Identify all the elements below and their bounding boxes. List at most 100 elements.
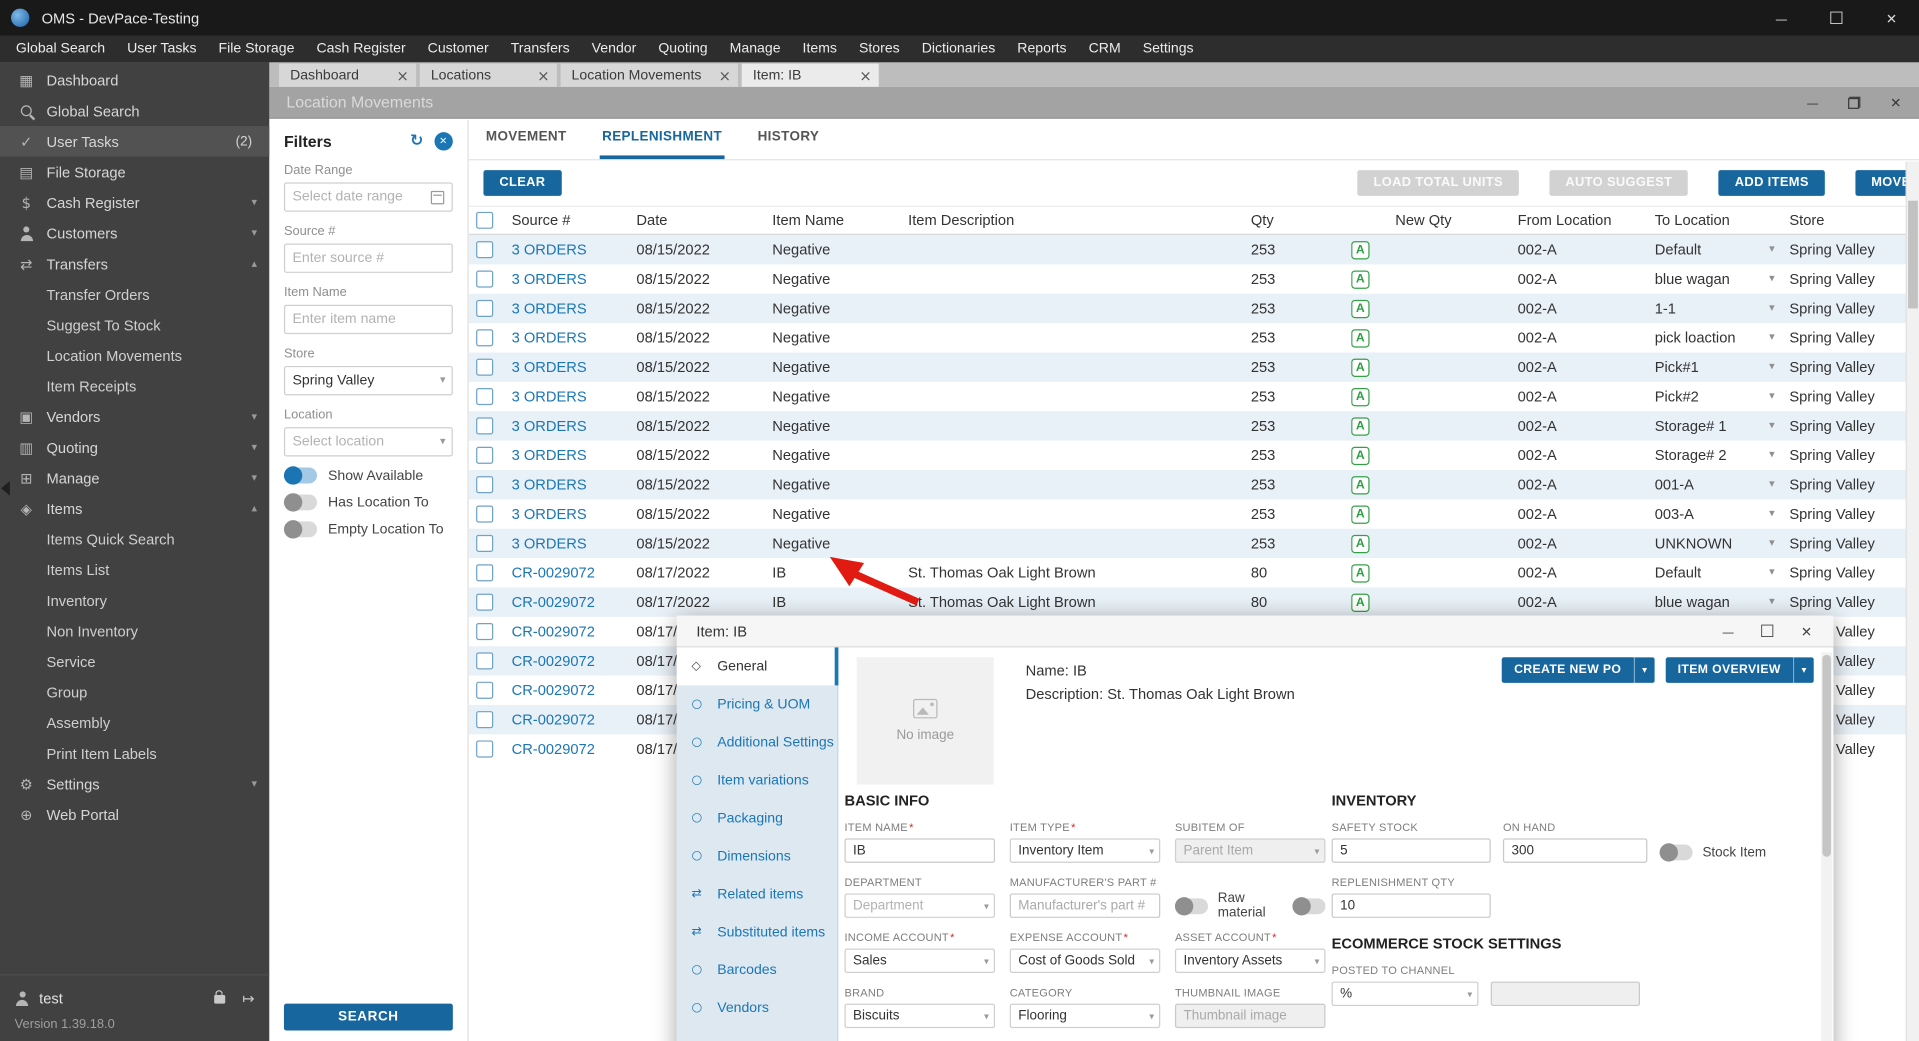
on-hand-input[interactable] [1502, 838, 1648, 863]
item-type-select[interactable]: Inventory Item [1009, 838, 1161, 863]
sidebar-item-items-list[interactable]: Items List [0, 554, 269, 585]
item-name-input[interactable] [292, 312, 445, 327]
modal-nav-dimensions[interactable]: ○ Dimensions [677, 837, 837, 875]
source-link[interactable]: 3 ORDERS [512, 388, 587, 405]
tab-dashboard[interactable]: Dashboard [279, 63, 417, 87]
modal-minimize-button[interactable] [1709, 616, 1748, 645]
menu-file-storage[interactable]: File Storage [208, 35, 306, 62]
sidebar-item-print-item-labels[interactable]: Print Item Labels [0, 738, 269, 769]
asset-account-select[interactable]: Inventory Assets [1174, 948, 1326, 974]
row-checkbox[interactable] [476, 622, 494, 641]
modal-nav-related-items[interactable]: ⇄ Related items [677, 875, 837, 913]
cell-to-location[interactable]: Pick#1 [1655, 352, 1790, 381]
source-link[interactable]: 3 ORDERS [512, 359, 587, 376]
source-link[interactable]: 3 ORDERS [512, 270, 587, 287]
menu-stores[interactable]: Stores [848, 35, 911, 62]
row-checkbox[interactable] [476, 534, 494, 552]
menu-manage[interactable]: Manage [719, 35, 792, 62]
modal-nav-vendors[interactable]: ○ Vendors [677, 989, 837, 1027]
tab-close-icon[interactable] [537, 67, 549, 84]
minimize-button[interactable] [1754, 0, 1809, 35]
department-select[interactable]: Department [844, 893, 996, 918]
posted-to-channel-select[interactable]: % [1331, 981, 1479, 1007]
tab-location-movements[interactable]: Location Movements [560, 63, 739, 87]
show-available-toggle[interactable] [283, 466, 317, 485]
sidebar-item-manage[interactable]: ⊞ Manage ▾ [0, 463, 269, 494]
date-range-input[interactable] [292, 189, 431, 205]
item-name-field[interactable] [283, 304, 453, 335]
tab-close-icon[interactable] [396, 67, 408, 84]
source-link[interactable]: CR-0029072 [512, 682, 595, 699]
table-row[interactable]: 3 ORDERS 08/15/2022 Negative 253 002-A Defaul… [468, 234, 1919, 265]
modal-scrollbar[interactable] [1821, 652, 1833, 1041]
cell-to-location[interactable]: 001-A [1655, 470, 1790, 499]
table-row[interactable]: CR-0029072 08/17/2022 IB St. Thomas Oak Lig… [468, 587, 1919, 617]
table-row[interactable]: 3 ORDERS 08/15/2022 Negative 253 002-A 1-1 Spr… [468, 293, 1919, 324]
table-row[interactable]: 3 ORDERS 08/15/2022 Negative 253 002-A Storag… [469, 441, 1919, 470]
sidebar-item-location-movements[interactable]: Location Movements [0, 340, 269, 371]
row-checkbox[interactable] [476, 446, 494, 464]
lock-icon[interactable] [214, 989, 226, 1003]
table-row[interactable]: 3 ORDERS 08/15/2022 Negative 253 002-A 003-A S… [469, 499, 1919, 528]
row-checkbox[interactable] [476, 711, 494, 729]
source-link[interactable]: CR-0029072 [512, 740, 595, 757]
menu-dictionaries[interactable]: Dictionaries [911, 35, 1007, 62]
source-link[interactable]: CR-0029072 [512, 564, 595, 581]
item-overview-button[interactable]: ITEM OVERVIEW [1665, 657, 1814, 683]
source-link[interactable]: CR-0029072 [512, 711, 595, 728]
raw-material-toggle[interactable] [1174, 896, 1208, 915]
window-close-button[interactable] [1875, 88, 1917, 117]
brand-select[interactable]: Biscuits [844, 1003, 996, 1029]
safety-stock-input[interactable] [1331, 838, 1491, 863]
menu-crm[interactable]: CRM [1078, 35, 1132, 62]
cell-to-location[interactable]: Storage# 1 [1655, 411, 1790, 440]
source-link[interactable]: 3 ORDERS [512, 535, 587, 552]
table-row[interactable]: 3 ORDERS 08/15/2022 Negative 253 002-A Pick#2… [469, 382, 1919, 411]
row-checkbox[interactable] [476, 740, 494, 758]
menu-reports[interactable]: Reports [1006, 35, 1077, 62]
modal-nav-item-variations[interactable]: ○ Item variations [677, 761, 837, 799]
window-minimize-button[interactable] [1792, 88, 1834, 117]
calendar-icon[interactable] [430, 190, 445, 204]
scrollbar-thumb[interactable] [1822, 654, 1831, 857]
tab-close-icon[interactable] [719, 67, 731, 84]
cell-to-location[interactable]: pick loaction [1655, 323, 1790, 352]
cell-to-location[interactable]: Default [1655, 558, 1790, 587]
sidebar-item-assembly[interactable]: Assembly [0, 707, 269, 738]
sidebar-item-global-search[interactable]: Global Search [0, 95, 269, 126]
empty-location-to-toggle[interactable] [283, 520, 317, 539]
sidebar-item-cash-register[interactable]: $ Cash Register ▾ [0, 187, 269, 218]
cell-to-location[interactable]: 1-1 [1655, 294, 1790, 323]
sidebar-item-non-inventory[interactable]: Non Inventory [0, 616, 269, 647]
table-row[interactable]: 3 ORDERS 08/15/2022 Negative 253 002-A blue w… [469, 264, 1919, 293]
tab-close-icon[interactable] [859, 67, 871, 84]
source-link[interactable]: 3 ORDERS [512, 241, 587, 258]
source-link[interactable]: CR-0029072 [512, 623, 595, 640]
vertical-scrollbar[interactable] [1905, 161, 1919, 1041]
store-select[interactable]: Spring Valley [283, 365, 453, 396]
table-row[interactable]: CR-0029072 08/17/2022 IB St. Thomas Oak Lig… [469, 558, 1919, 587]
sidebar-item-items[interactable]: ◈ Items ▴ [0, 493, 269, 524]
add-items-button[interactable]: ADD ITEMS [1718, 169, 1825, 196]
menu-global-search[interactable]: Global Search [5, 35, 116, 62]
window-restore-button[interactable] [1833, 88, 1875, 117]
menu-items[interactable]: Items [792, 35, 848, 62]
cell-to-location[interactable]: UNKNOWN [1655, 529, 1790, 558]
has-location-to-toggle[interactable] [283, 493, 317, 512]
modal-nav-substituted-items[interactable]: ⇄ Substituted items [677, 913, 837, 951]
source-link[interactable]: CR-0029072 [512, 594, 595, 611]
select-all-checkbox[interactable] [476, 211, 494, 229]
modal-nav-additional-settings[interactable]: ○ Additional Settings [677, 723, 837, 761]
clear-button[interactable]: CLEAR [483, 169, 562, 196]
cell-to-location[interactable]: blue wagan [1655, 264, 1790, 293]
chevron-down-icon[interactable] [1793, 657, 1814, 683]
secondary-toggle[interactable] [1292, 896, 1326, 915]
modal-close-button[interactable] [1787, 616, 1826, 645]
sidebar-item-suggest-to-stock[interactable]: Suggest To Stock [0, 310, 269, 341]
refresh-filters-icon[interactable] [410, 132, 423, 150]
cell-to-location[interactable]: Pick#2 [1655, 382, 1790, 411]
manufacturer-s-part-input[interactable] [1009, 893, 1161, 918]
row-checkbox[interactable] [476, 417, 494, 435]
row-checkbox[interactable] [476, 387, 494, 406]
sidebar-item-item-receipts[interactable]: Item Receipts [0, 371, 269, 402]
